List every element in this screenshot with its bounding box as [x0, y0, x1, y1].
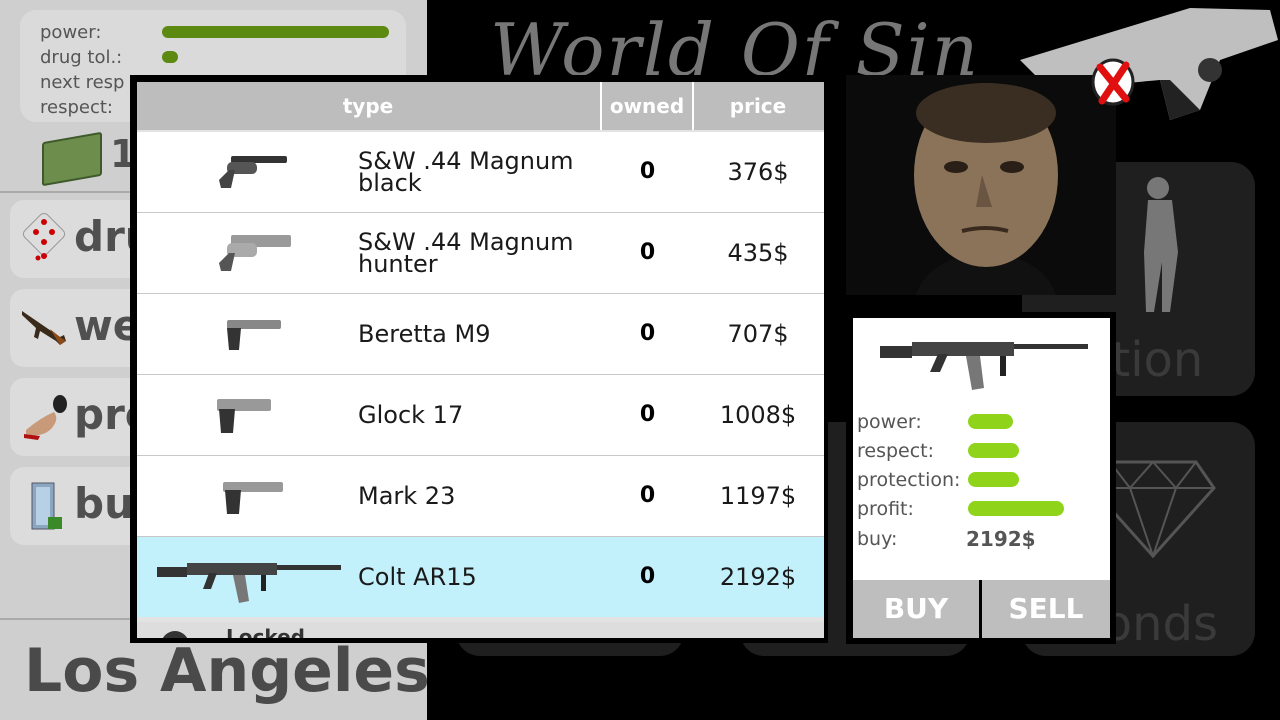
table-row[interactable]: S&W .44 Magnum black 0 376$	[137, 132, 824, 213]
header-price: price	[729, 94, 787, 118]
detail-buy-price: 2192$	[966, 527, 1036, 551]
detail-bar-profit	[968, 501, 1064, 516]
table-row[interactable]: S&W .44 Magnum hunter 0 435$	[137, 213, 824, 294]
detail-label-respect: respect:	[857, 440, 935, 462]
detail-label-profit: profit:	[857, 498, 914, 520]
header-type: type	[342, 94, 394, 118]
glock-icon	[217, 399, 271, 433]
woman-icon	[24, 395, 67, 440]
weapon-price: 1008$	[719, 401, 797, 429]
weapon-price: 435$	[727, 239, 789, 267]
dealer-face-image	[846, 75, 1116, 295]
detail-bar-power	[968, 414, 1013, 429]
menu-business-label: bu	[74, 479, 134, 528]
weapon-price: 1197$	[719, 482, 797, 510]
dealer-portrait	[846, 75, 1116, 295]
detail-label-protection: protection:	[857, 469, 961, 491]
weapon-shop-table: type owned price S&W .44 Magnum black 0 …	[137, 82, 824, 638]
weapon-price: 376$	[727, 158, 789, 186]
weapon-owned: 0	[639, 564, 656, 589]
weapon-name: Glock 17	[358, 401, 464, 429]
table-row[interactable]: Mark 23 0 1197$	[137, 456, 824, 537]
weapon-owned: 0	[639, 321, 656, 346]
dice-icon	[22, 212, 66, 261]
selected-weapon-ar15-icon	[880, 342, 1088, 390]
weapon-name: Beretta M9	[358, 320, 491, 348]
header-owned: owned	[609, 94, 685, 118]
stat-label-power: power:	[40, 22, 102, 43]
table-header: type owned price	[137, 82, 824, 130]
stat-label-drug-tolerance: drug tol.:	[40, 47, 123, 68]
sell-button[interactable]: SELL	[982, 580, 1110, 638]
buy-button[interactable]: BUY	[853, 580, 979, 638]
revolver-hunter-icon	[219, 235, 291, 271]
detail-bar-protection	[968, 472, 1019, 487]
detail-label-power: power:	[857, 411, 922, 433]
stat-bar-power	[162, 26, 389, 38]
weapon-price: 2192$	[719, 563, 797, 591]
stat-label-next-respect: next resp	[40, 72, 125, 93]
stat-label-respect: respect:	[40, 97, 113, 118]
city-name: Los Angeles	[24, 636, 430, 706]
revolver-black-icon	[219, 156, 287, 188]
detail-bar-respect	[968, 443, 1019, 458]
weapon-owned: 0	[639, 159, 656, 184]
rifle-icon	[22, 311, 66, 345]
building-icon	[31, 482, 62, 530]
table-row[interactable]: Beretta M9 0 707$	[137, 294, 824, 375]
ar15-icon	[157, 563, 341, 603]
mark23-icon	[223, 482, 283, 514]
weapon-name: S&W .44 Magnum black	[358, 147, 574, 197]
weapon-owned: 0	[639, 483, 656, 508]
locked-label: Locked	[226, 625, 305, 638]
weapon-name: S&W .44 Magnum hunter	[358, 228, 574, 278]
silhouette-icon	[1144, 177, 1178, 312]
stat-bar-drug-tolerance	[162, 51, 178, 63]
close-icon[interactable]	[1090, 57, 1136, 107]
weapon-name: Mark 23	[358, 482, 456, 510]
weapon-name: Colt AR15	[358, 563, 477, 591]
table-row[interactable]: Glock 17 0 1008$	[137, 375, 824, 456]
weapon-owned: 0	[639, 402, 656, 427]
detail-label-buy: buy:	[857, 528, 898, 550]
beretta-icon	[227, 320, 281, 350]
weapon-price: 707$	[727, 320, 789, 348]
table-row-selected[interactable]: Colt AR15 0 2192$	[137, 537, 824, 617]
weapon-owned: 0	[639, 240, 656, 265]
